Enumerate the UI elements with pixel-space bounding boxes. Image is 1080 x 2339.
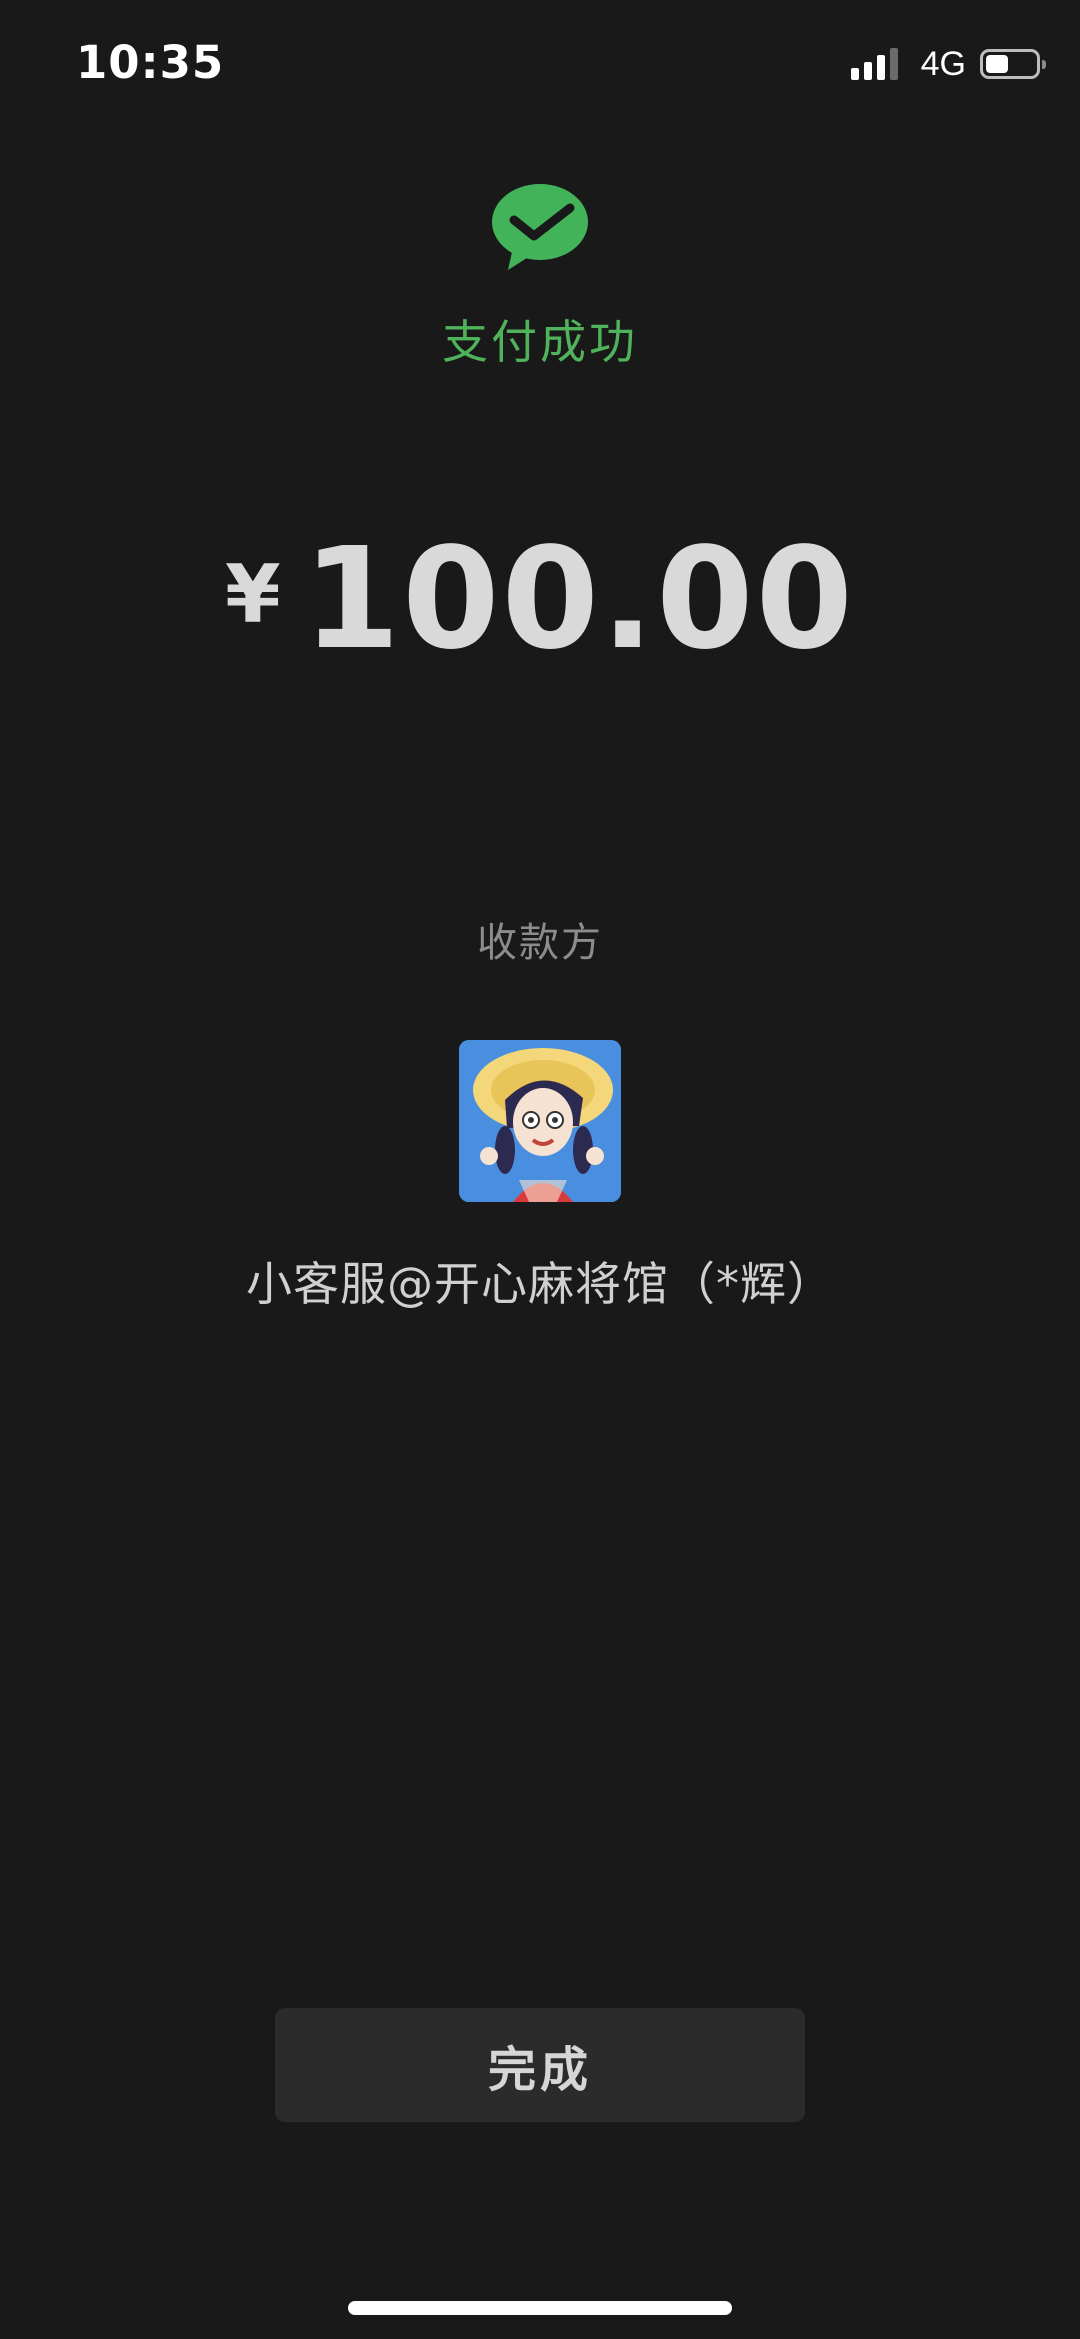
home-indicator[interactable] (348, 2301, 732, 2315)
battery-level (986, 55, 1008, 73)
status-time: 10:35 (76, 36, 225, 89)
amount: ¥ 100.00 (0, 530, 1080, 670)
done-button[interactable]: 完成 (275, 2008, 805, 2122)
signal-icon (850, 48, 903, 80)
payee-avatar (459, 1040, 621, 1202)
battery-cap (1042, 60, 1046, 69)
status-indicators: 4G (850, 44, 1046, 84)
currency-symbol: ¥ (225, 548, 281, 641)
avatar-illustration (459, 1040, 621, 1202)
status-bar: 10:35 4G (0, 0, 1080, 130)
payee-label: 收款方 (477, 920, 603, 966)
battery-icon (980, 49, 1046, 79)
payee-name: 小客服@开心麻将馆（*辉） (246, 1257, 834, 1311)
wechat-pay-check-icon (492, 184, 588, 270)
network-label: 4G (920, 44, 966, 83)
payment-success-title: 支付成功 (442, 315, 638, 369)
amount-value: 100.00 (302, 518, 855, 681)
